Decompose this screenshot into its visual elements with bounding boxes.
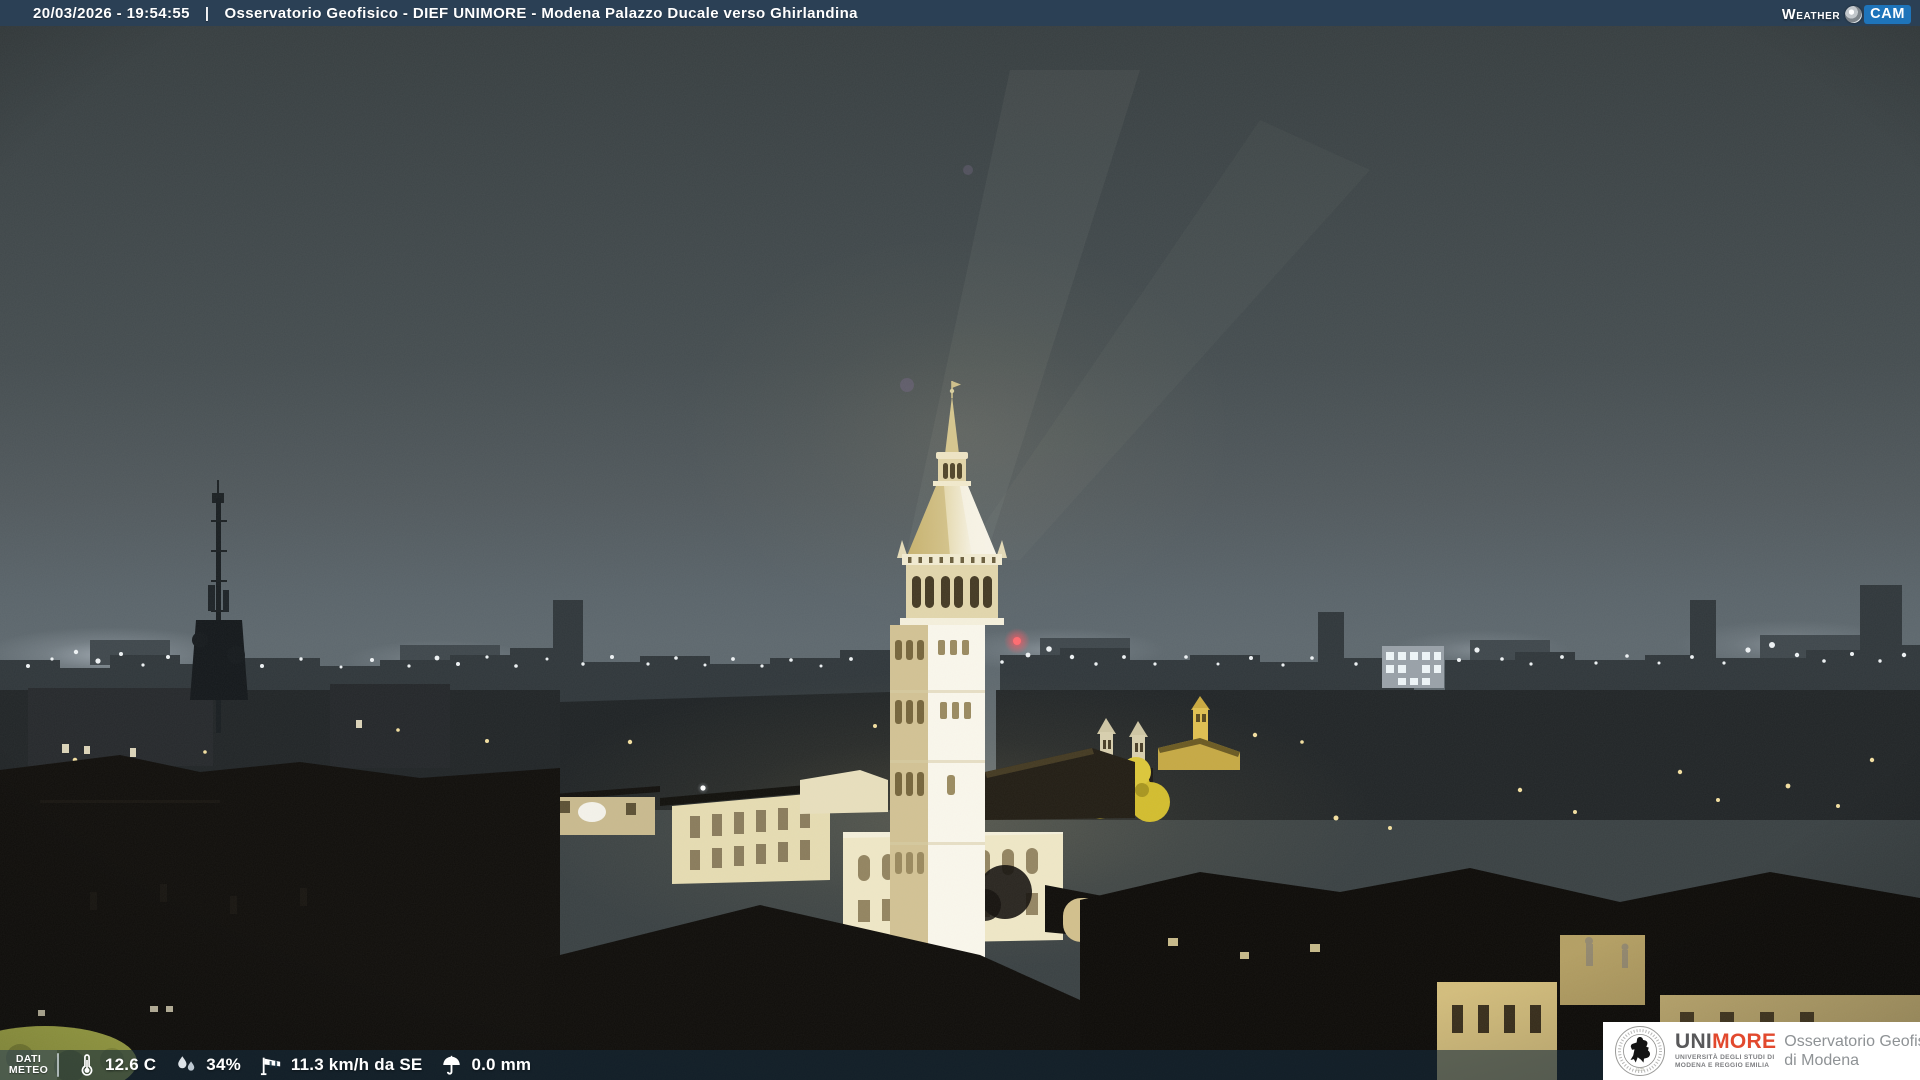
wind-reading: 11.3 km/h da SE	[259, 1054, 423, 1076]
umbrella-icon	[443, 1055, 461, 1075]
humidity-icon	[178, 1056, 195, 1071]
observatory-line1: Osservatorio Geofisico	[1784, 1033, 1920, 1050]
separator: |	[204, 4, 210, 22]
windsock-icon	[260, 1057, 281, 1076]
university-subtitle-line1: UNIVERSITÀ DEGLI STUDI DI	[1675, 1054, 1775, 1061]
temperature-reading: 12.6 C	[77, 1054, 156, 1076]
unimore-uni: UNI	[1675, 1030, 1713, 1053]
film-grain	[0, 0, 1920, 1080]
humidity-value: 34%	[206, 1055, 241, 1074]
thermometer-icon	[81, 1054, 93, 1076]
university-subtitle-line2: MODENA E REGGIO EMILIA	[1675, 1062, 1770, 1069]
weathercam-logo: Weather CAM	[1782, 5, 1911, 24]
observatory-line2: di Modena	[1784, 1052, 1859, 1069]
divider	[57, 1053, 59, 1077]
temperature-value: 12.6 C	[105, 1055, 157, 1074]
unimore-brand-box: 1175 UNIMORE UNIVERSITÀ DEGLI STUDI DI M…	[1603, 1022, 1920, 1080]
webcam-frame: 20/03/2026 - 19:54:55 | Osservatorio Geo…	[0, 0, 1920, 1080]
camera-lens-icon	[1845, 6, 1863, 23]
precipitation-reading: 0.0 mm	[440, 1054, 531, 1076]
wind-value: 11.3 km/h da SE	[290, 1055, 423, 1074]
top-info-bar: 20/03/2026 - 19:54:55 | Osservatorio Geo…	[0, 0, 1920, 26]
weathercam-cam-badge: CAM	[1864, 5, 1911, 24]
observatory-name: Osservatorio Geofisico di Modena	[1784, 1032, 1920, 1070]
camera-title: Osservatorio Geofisico - DIEF UNIMORE - …	[224, 4, 858, 22]
timestamp: 20/03/2026 - 19:54:55	[33, 4, 190, 22]
seal-year: 1175	[1636, 1067, 1644, 1072]
precipitation-value: 0.0 mm	[471, 1055, 532, 1074]
unimore-more: MORE	[1712, 1030, 1777, 1053]
weathercam-word: Weather	[1781, 6, 1841, 23]
unimore-wordmark: UNIMORE UNIVERSITÀ DEGLI STUDI DI MODENA…	[1675, 1030, 1777, 1070]
university-seal-icon: 1175	[1615, 1026, 1665, 1076]
humidity-reading: 34%	[174, 1054, 241, 1076]
weather-label-line2: METEO	[8, 1064, 49, 1076]
night-scene	[0, 0, 1920, 1080]
weather-data-label: DATI METEO	[0, 1050, 57, 1080]
